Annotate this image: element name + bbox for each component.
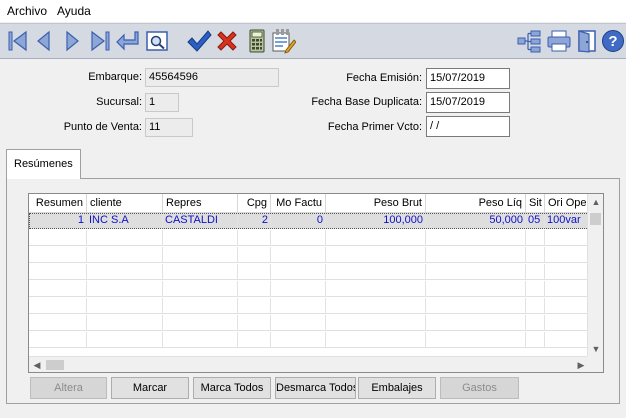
punto-venta-field: 11 [145,118,193,137]
col-peso-liq[interactable]: Peso Líq [426,194,526,213]
cell-sit: 05 [526,213,545,229]
table-row[interactable] [29,332,589,348]
gastos-button[interactable]: Gastos [440,377,519,399]
resumenes-grid[interactable]: Resumen cliente Repres Cpg Mo Factu Peso… [28,193,604,373]
table-row[interactable] [29,315,589,331]
return-icon [116,31,139,51]
cell-resumen: 1 [29,213,87,229]
embarque-field: 45564596 [145,68,279,87]
col-repres[interactable]: Repres [163,194,238,213]
scroll-up-icon[interactable]: ▲ [588,194,603,210]
col-mo-factu[interactable]: Mo Factu [271,194,326,213]
confirm-button[interactable] [186,28,212,54]
next-record-icon [66,30,79,52]
help-icon: ? [602,30,624,52]
grid-header: Resumen cliente Repres Cpg Mo Factu Peso… [29,194,589,213]
fecha-primer-input[interactable]: / / [426,116,510,137]
table-row[interactable] [29,298,589,314]
print-button[interactable] [546,28,572,54]
cell-cliente: INC S.A [87,213,163,229]
embarque-label: Embarque: [88,71,142,83]
punto-venta-label: Punto de Venta: [63,121,142,133]
embalajes-button[interactable]: Embalajes [358,377,436,399]
calculator-icon [249,29,265,53]
table-row[interactable]: 1 INC S.A CASTALDI 2 0 100,000 50,000 05… [29,213,589,229]
fecha-base-label: Fecha Base Duplicata: [311,96,422,108]
cell-ori-oper: 100var [545,213,589,229]
last-record-button[interactable] [87,28,113,54]
tree-structure-button[interactable] [516,28,542,54]
previous-record-button[interactable] [31,28,57,54]
preview-button[interactable] [144,28,170,54]
col-cpg[interactable]: Cpg [238,194,271,213]
last-record-icon [91,30,110,52]
menu-bar: Archivo Ayuda [0,0,626,22]
fecha-emision-label: Fecha Emisión: [346,72,422,84]
cell-peso-liq: 50,000 [426,213,526,229]
exit-button[interactable] [574,28,600,54]
altera-button[interactable]: Altera [30,377,107,399]
cell-repres: CASTALDI [163,213,238,229]
next-record-button[interactable] [59,28,85,54]
col-peso-brut[interactable]: Peso Brut [326,194,426,213]
marcar-button[interactable]: Marcar [111,377,189,399]
table-row[interactable] [29,264,589,280]
col-cliente[interactable]: cliente [87,194,163,213]
marca-todos-button[interactable]: Marca Todos [193,377,271,399]
scroll-left-icon[interactable]: ◀ [29,357,45,372]
vertical-scroll-thumb[interactable] [590,213,601,225]
scroll-down-icon[interactable]: ▼ [588,341,603,357]
preview-icon [146,31,168,51]
scroll-corner [587,356,603,372]
fecha-emision-input[interactable]: 15/07/2019 [426,68,510,89]
return-button[interactable] [115,28,141,54]
col-resumen[interactable]: Resumen [29,194,87,213]
cancel-button[interactable] [214,28,240,54]
col-ori-oper[interactable]: Ori Oper [545,194,589,213]
menu-archivo[interactable]: Archivo [2,0,52,22]
table-row[interactable] [29,247,589,263]
previous-record-icon [37,30,50,52]
menu-ayuda[interactable]: Ayuda [52,0,96,22]
exit-door-icon [578,30,596,53]
fecha-primer-label: Fecha Primer Vcto: [327,121,422,133]
cancel-icon [217,31,237,51]
edit-document-icon [272,29,296,54]
first-record-icon [8,30,27,52]
help-button[interactable]: ? [600,28,626,54]
first-record-button[interactable] [5,28,31,54]
col-sit[interactable]: Sit [526,194,545,213]
table-row[interactable] [29,281,589,297]
calculator-button[interactable] [244,28,270,54]
vertical-scrollbar[interactable]: ▲ ▼ [587,194,603,357]
printer-icon [547,30,571,52]
grid-body: 1 INC S.A CASTALDI 2 0 100,000 50,000 05… [29,213,589,355]
desmarca-todos-button[interactable]: Desmarca Todos [275,377,356,399]
horizontal-scrollbar[interactable]: ◀ ▶ [29,356,589,372]
svg-text:?: ? [608,33,617,50]
sucursal-label: Sucursal: [96,96,142,108]
cell-peso-brut: 100,000 [326,213,426,229]
confirm-icon [187,30,212,52]
fecha-base-input[interactable]: 15/07/2019 [426,92,510,113]
table-row[interactable] [29,230,589,246]
edit-document-button[interactable] [270,28,296,54]
toolbar: ? [0,23,626,59]
tree-structure-icon [517,30,541,53]
cell-mo-factu: 0 [271,213,326,229]
horizontal-scroll-thumb[interactable] [46,360,64,370]
cell-cpg: 2 [238,213,271,229]
sucursal-field: 1 [145,93,179,112]
tab-resumenes[interactable]: Resúmenes [6,149,81,179]
